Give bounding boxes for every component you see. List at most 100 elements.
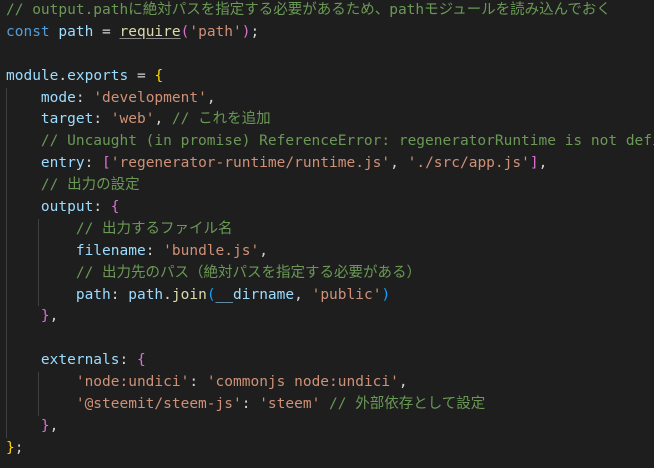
code-token: 'regenerator-runtime/runtime.js' <box>110 155 391 172</box>
indent-guide <box>6 415 7 438</box>
code-line[interactable]: // 出力の設定 <box>0 175 654 198</box>
code-token: target <box>40 111 94 128</box>
code-token: : <box>93 199 111 216</box>
code-token: 'node:undici' <box>75 374 190 391</box>
indent-guide <box>6 109 7 132</box>
indent-guide <box>6 306 7 329</box>
code-line[interactable]: 'node:undici': 'commonjs node:undici', <box>0 372 654 395</box>
code-token: output <box>40 199 94 216</box>
code-token: : <box>75 89 94 106</box>
code-token: // 出力するファイル名 <box>75 220 233 237</box>
code-line[interactable]: }, <box>0 306 654 329</box>
indent-guide <box>6 328 7 351</box>
code-token: join <box>171 286 207 303</box>
code-token: , <box>259 242 268 259</box>
code-token: [ <box>102 155 111 172</box>
code-token: , <box>49 417 59 434</box>
code-line[interactable]: mode: 'development', <box>0 87 654 110</box>
indent-guide <box>6 262 7 285</box>
code-editor[interactable]: // output.pathに絶対パスを指定する必要があるため、pathモジュー… <box>0 0 654 468</box>
code-token: mode <box>40 89 76 106</box>
indent-guide <box>38 394 39 416</box>
indent-guide <box>38 262 39 285</box>
indent-guide <box>6 153 7 176</box>
code-token: , <box>49 308 59 325</box>
code-line[interactable]: path: path.join(__dirname, 'public') <box>0 284 654 307</box>
code-token: } <box>40 417 50 434</box>
code-token: ) <box>381 286 391 303</box>
code-line[interactable]: entry: ['regenerator-runtime/runtime.js'… <box>0 153 654 176</box>
code-token: : <box>241 396 260 413</box>
code-token: exports <box>67 67 129 84</box>
code-token: ; <box>14 439 24 456</box>
code-token: // 出力の設定 <box>40 177 140 194</box>
code-line[interactable]: filename: 'bundle.js', <box>0 240 654 263</box>
code-line[interactable]: target: 'web', // これを追加 <box>0 109 654 132</box>
code-token: ; <box>250 23 260 40</box>
code-token: { <box>154 67 164 84</box>
indent-guide <box>6 240 7 263</box>
code-token: const <box>6 23 50 40</box>
code-line[interactable] <box>0 328 654 351</box>
code-token: 'commonjs node:undici' <box>206 374 399 391</box>
code-token: : <box>119 352 137 369</box>
code-token: , <box>538 155 548 172</box>
indent-guide <box>6 284 7 307</box>
code-token: // これを追加 <box>171 111 271 128</box>
code-token: ] <box>529 155 539 172</box>
indent-guide <box>6 350 7 373</box>
code-line[interactable]: }; <box>0 438 654 460</box>
code-line[interactable]: output: { <box>0 197 654 219</box>
code-token: '@steemit/steem-js' <box>75 396 242 413</box>
code-token: externals <box>40 352 120 369</box>
code-token: . <box>58 67 68 84</box>
code-line[interactable]: }, <box>0 415 654 438</box>
code-line[interactable] <box>0 44 654 66</box>
code-token: : <box>189 374 207 391</box>
code-token: 'development' <box>93 89 207 106</box>
code-token: } <box>40 308 50 325</box>
code-line[interactable]: module.exports = { <box>0 66 654 88</box>
indent-guide <box>6 87 7 110</box>
indent-guide <box>6 372 7 395</box>
indent-guide <box>6 131 7 154</box>
code-line[interactable]: const path = require('path'); <box>0 22 654 44</box>
code-token: // output.pathに絶対パスを指定する必要があるため、pathモジュー… <box>6 2 611 18</box>
code-line[interactable]: // 出力するファイル名 <box>0 218 654 241</box>
code-token: module <box>6 67 59 84</box>
indent-guide <box>6 175 7 198</box>
code-token: // 外部依存として設定 <box>329 396 486 413</box>
code-token: 'public' <box>311 286 382 303</box>
code-token: : <box>84 155 103 172</box>
code-token: require <box>119 23 181 40</box>
code-line[interactable]: // output.pathに絶対パスを指定する必要があるため、pathモジュー… <box>0 0 654 22</box>
code-line[interactable]: // 出力先のパス（絶対パスを指定する必要がある） <box>0 262 654 285</box>
code-token: } <box>6 439 15 456</box>
code-line[interactable]: '@steemit/steem-js': 'steem' // 外部依存として設… <box>0 394 654 416</box>
code-line[interactable]: // Uncaught (in promise) ReferenceError:… <box>0 131 654 154</box>
code-token: // Uncaught (in promise) ReferenceError:… <box>40 133 654 150</box>
code-token: __dirname <box>215 286 295 303</box>
code-token: 'path' <box>189 23 242 40</box>
indent-guide <box>6 394 7 416</box>
code-token: path <box>75 286 111 303</box>
code-token: , <box>390 155 408 172</box>
code-token: './src/app.js' <box>407 155 530 172</box>
code-token: { <box>136 352 146 369</box>
code-line[interactable]: externals: { <box>0 350 654 373</box>
code-token: : <box>145 242 164 259</box>
code-token: { <box>110 199 120 216</box>
code-token: , <box>206 89 216 106</box>
